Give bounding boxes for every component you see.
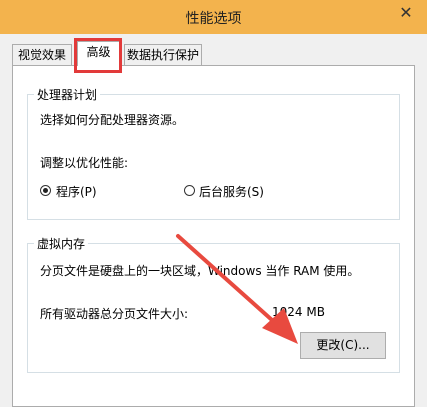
processor-description: 选择如何分配处理器资源。	[40, 113, 185, 127]
window-title: 性能选项	[185, 11, 242, 27]
virtual-memory-legend: 虚拟内存	[34, 235, 89, 252]
close-icon: ✕	[399, 2, 413, 22]
programs-radio-label[interactable]: 程序(P)	[56, 183, 97, 200]
tab-data-execution-prevention[interactable]: 数据执行保护	[124, 44, 202, 65]
title-bar: 性能选项 ✕	[0, 0, 427, 34]
tab-highlight-box	[74, 38, 122, 73]
total-paging-size-label: 所有驱动器总分页文件大小:	[40, 307, 189, 321]
close-button[interactable]: ✕	[391, 0, 421, 24]
background-services-radio-label[interactable]: 后台服务(S)	[199, 183, 264, 200]
total-paging-size-value: 1024 MB	[272, 305, 325, 319]
paging-file-description: 分页文件是硬盘上的一块区域，Windows 当作 RAM 使用。	[40, 264, 360, 278]
processor-scheduling-legend: 处理器计划	[34, 86, 101, 103]
change-button[interactable]: 更改(C)...	[300, 332, 386, 359]
background-services-radio[interactable]	[184, 185, 195, 196]
optimize-performance-label: 调整以优化性能:	[40, 156, 129, 170]
tab-visual-effects[interactable]: 视觉效果	[12, 44, 72, 65]
programs-radio[interactable]	[40, 185, 51, 196]
